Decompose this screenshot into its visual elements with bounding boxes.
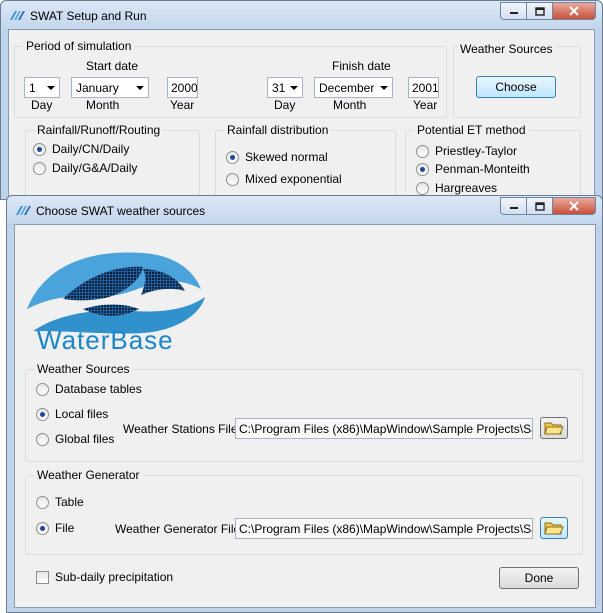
start-day-caption: Day: [31, 98, 53, 112]
weather-stations-file-input[interactable]: C:\Program Files (x86)\MapWindow\Sample …: [235, 418, 533, 439]
potential-et-title: Potential ET method: [414, 123, 529, 137]
start-day-select[interactable]: 1: [24, 77, 60, 98]
maximize-icon: [534, 201, 545, 211]
generator-file-radio[interactable]: [36, 522, 49, 535]
finish-day-select[interactable]: 31: [267, 77, 303, 98]
local-files-label: Local files: [55, 407, 109, 421]
finish-day-value: 31: [272, 81, 286, 95]
start-month-value: January: [76, 81, 119, 95]
finish-date-label: Finish date: [332, 59, 391, 73]
rainfall-distribution-group: Rainfall distribution: [215, 123, 396, 202]
minimize-icon: [509, 207, 518, 209]
weather-generator-file-input[interactable]: C:\Program Files (x86)\MapWindow\Sample …: [235, 518, 533, 539]
weather-stations-file-value: C:\Program Files (x86)\MapWindow\Sample …: [239, 422, 532, 436]
window-title: SWAT Setup and Run: [30, 9, 147, 23]
routing-daily-cn-label: Daily/CN/Daily: [52, 142, 130, 156]
finish-year-value: 2001: [412, 81, 439, 95]
close-button[interactable]: [552, 2, 596, 20]
hargreaves-radio[interactable]: [416, 182, 429, 195]
routing-daily-ga-label: Daily/G&A/Daily: [52, 161, 138, 175]
browse-weather-stations-button[interactable]: [540, 417, 568, 439]
rainfall-routing-title: Rainfall/Runoff/Routing: [34, 123, 164, 137]
generator-file-label: File: [55, 521, 75, 535]
browse-weather-generator-button[interactable]: [540, 517, 568, 539]
priestley-taylor-radio[interactable]: [416, 145, 429, 158]
folder-open-icon: [544, 522, 564, 535]
subdaily-precipitation-label: Sub-daily precipitation: [55, 570, 174, 584]
start-year-value: 2000: [171, 81, 198, 95]
period-group-title: Period of simulation: [23, 39, 135, 53]
dialog-weather-sources-title: Weather Sources: [34, 362, 133, 376]
finish-year-input[interactable]: 2001: [408, 77, 439, 98]
weather-generator-file-value: C:\Program Files (x86)\MapWindow\Sample …: [239, 522, 532, 536]
local-files-radio[interactable]: [36, 408, 49, 421]
close-icon: [569, 6, 579, 16]
weather-generator-group: Weather Generator: [25, 468, 583, 555]
database-tables-label: Database tables: [55, 382, 142, 396]
done-button[interactable]: Done: [499, 567, 579, 589]
maximize-icon: [534, 6, 545, 16]
start-day-value: 1: [29, 81, 36, 95]
weather-stations-file-label: Weather Stations File: [123, 422, 238, 436]
maximize-button[interactable]: [526, 2, 552, 20]
subdaily-precipitation-checkbox[interactable]: [36, 571, 49, 584]
routing-daily-cn-radio[interactable]: [33, 143, 46, 156]
start-month-select[interactable]: January: [71, 77, 149, 98]
penman-monteith-label: Penman-Monteith: [435, 162, 530, 176]
weather-sources-dialog: Choose SWAT weather sources WaterBase We…: [6, 195, 603, 613]
skewed-normal-radio[interactable]: [226, 151, 239, 164]
dialog-close-button[interactable]: [552, 197, 596, 215]
dialog-client: WaterBase Weather Sources Database table…: [14, 224, 596, 608]
done-button-label: Done: [524, 571, 554, 585]
swat-setup-titlebar[interactable]: SWAT Setup and Run: [1, 1, 602, 29]
dialog-titlebar[interactable]: Choose SWAT weather sources: [7, 196, 602, 224]
minimize-button[interactable]: [500, 2, 526, 20]
priestley-taylor-label: Priestley-Taylor: [435, 144, 518, 158]
folder-open-icon: [544, 422, 564, 435]
dropdown-arrow-icon: [136, 86, 144, 90]
hargreaves-label: Hargreaves: [435, 181, 498, 195]
start-year-caption: Year: [170, 98, 195, 112]
start-month-caption: Month: [86, 98, 120, 112]
global-files-label: Global files: [55, 432, 115, 446]
penman-monteith-radio[interactable]: [416, 163, 429, 176]
dialog-window-controls: [500, 197, 596, 215]
app-icon: [16, 206, 31, 215]
choose-button[interactable]: Choose: [476, 76, 556, 98]
dialog-maximize-button[interactable]: [526, 197, 552, 215]
global-files-radio[interactable]: [36, 433, 49, 446]
choose-button-label: Choose: [495, 80, 537, 94]
close-icon: [569, 201, 579, 211]
start-date-label: Start date: [86, 59, 139, 73]
routing-daily-ga-radio[interactable]: [33, 162, 46, 175]
rainfall-distribution-title: Rainfall distribution: [224, 123, 332, 137]
start-year-input[interactable]: 2000: [167, 77, 198, 98]
dropdown-arrow-icon: [290, 86, 298, 90]
waterbase-logo-text: WaterBase: [37, 325, 174, 354]
swat-setup-window: SWAT Setup and Run Period of simulation …: [0, 0, 603, 202]
swat-setup-client: Period of simulation Start date Finish d…: [8, 29, 595, 202]
dropdown-arrow-icon: [380, 86, 388, 90]
generator-table-label: Table: [55, 495, 84, 509]
weather-sources-title: Weather Sources: [458, 42, 555, 56]
dialog-minimize-button[interactable]: [500, 197, 526, 215]
database-tables-radio[interactable]: [36, 383, 49, 396]
finish-month-value: December: [319, 81, 375, 95]
finish-month-caption: Month: [333, 98, 367, 112]
window-controls: [500, 2, 596, 20]
minimize-icon: [509, 12, 518, 14]
generator-table-radio[interactable]: [36, 496, 49, 509]
mixed-exponential-label: Mixed exponential: [245, 172, 342, 186]
dropdown-arrow-icon: [47, 86, 55, 90]
finish-day-caption: Day: [274, 98, 296, 112]
finish-year-caption: Year: [413, 98, 438, 112]
weather-generator-title: Weather Generator: [34, 468, 143, 482]
weather-generator-file-label: Weather Generator File: [115, 522, 241, 536]
waterbase-logo: WaterBase: [27, 252, 205, 354]
skewed-normal-label: Skewed normal: [245, 150, 328, 164]
finish-month-select[interactable]: December: [314, 77, 393, 98]
mixed-exponential-radio[interactable]: [226, 173, 239, 186]
app-icon: [10, 11, 25, 20]
dialog-title: Choose SWAT weather sources: [36, 204, 206, 218]
